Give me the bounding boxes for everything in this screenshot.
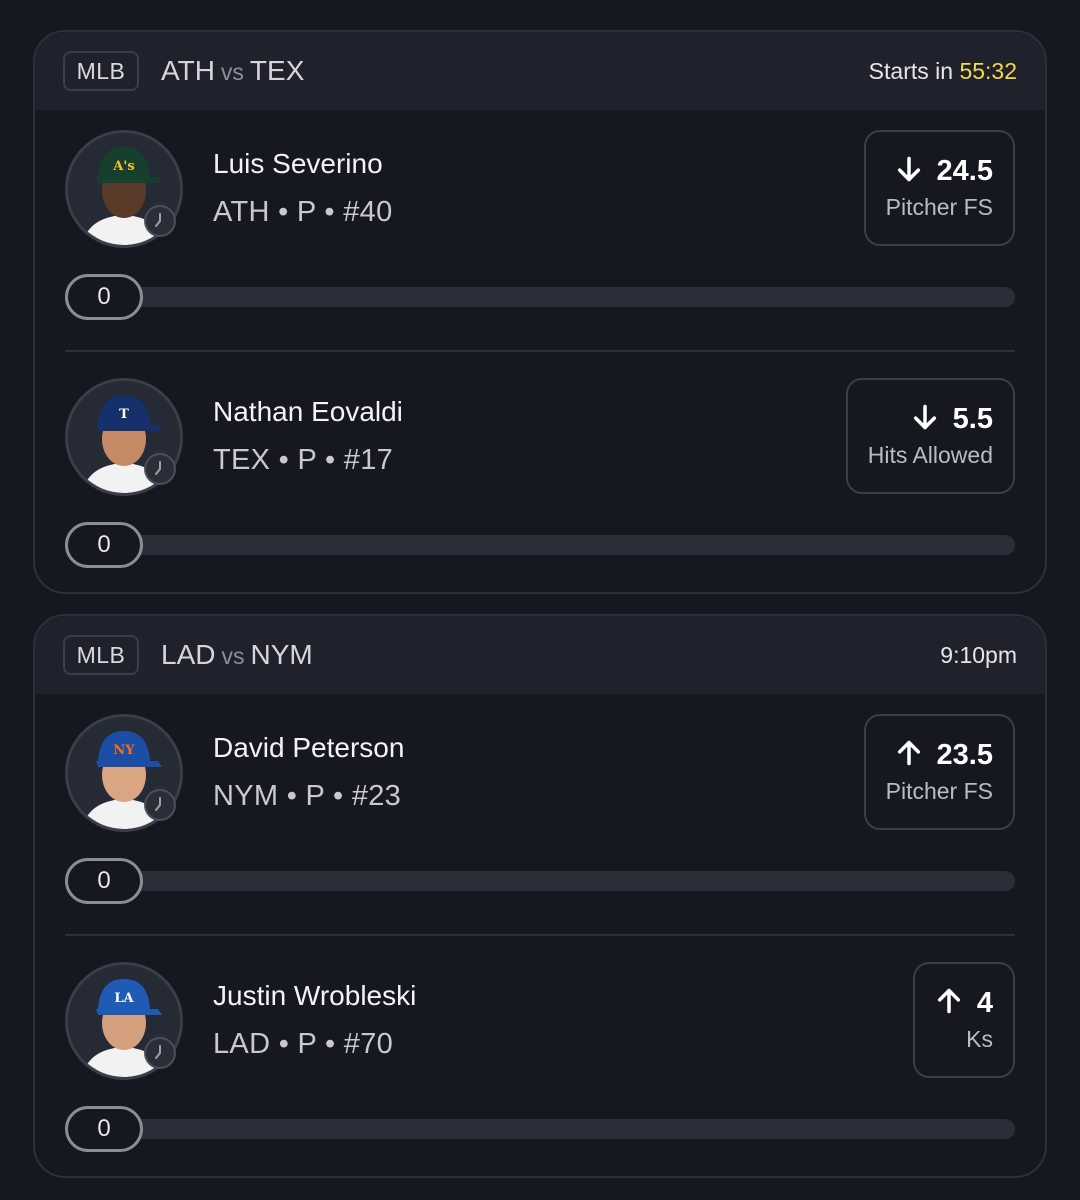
prop-line-button[interactable]: 4 Ks [913,962,1015,1078]
player-prop-row[interactable]: LA Justin Wrobleski LAD • P • #70 4 Ks 0 [35,942,1045,1178]
prop-line-button[interactable]: 5.5 Hits Allowed [846,378,1015,494]
prop-line-value: 24.5 [937,155,993,188]
vs-label: vs [221,643,244,670]
player-prop-row[interactable]: T Nathan Eovaldi TEX • P • #17 5.5 Hits All… [35,358,1045,594]
arrow-down-icon [911,403,939,436]
game-header: MLB LADvsNYM 9:10pm [35,616,1045,694]
svg-text:T: T [119,407,129,422]
home-team: TEX [250,55,304,87]
game-status: Starts in 55:32 [869,58,1017,85]
progress-bar: 0 [65,858,1015,904]
player-team: TEX [213,444,270,476]
prop-line: 5.5 [911,403,993,436]
game-card: MLBLADvsNYM9:10pm NY David PetersonNYM •… [33,614,1047,1178]
player-team: ATH [213,196,270,228]
meta-separator: • [324,196,334,228]
progress-count: 0 [65,1106,143,1152]
clock-icon [144,789,176,821]
game-status: 9:10pm [940,642,1017,669]
meta-separator: • [278,196,288,228]
home-team: NYM [250,639,312,671]
meta-separator: • [333,780,343,812]
svg-text:A's: A's [112,159,134,174]
away-team: LAD [161,639,215,671]
svg-text:NY: NY [113,743,135,758]
vs-label: vs [221,59,244,86]
player-meta: LAD • P • #70 [213,1028,393,1061]
player-name: Nathan Eovaldi [213,396,403,428]
player-prop-row[interactable]: NY David Peterson NYM • P • #23 23.5 Pitche… [35,694,1045,942]
player-name: Luis Severino [213,148,383,180]
progress-count: 0 [65,274,143,320]
player-name: David Peterson [213,732,404,764]
player-number: #23 [352,780,401,812]
row-divider [65,934,1015,936]
prop-stat-label: Pitcher FS [886,194,993,221]
player-prop-row[interactable]: A's Luis Severino ATH • P • #40 24.5 Pitche… [35,110,1045,358]
meta-separator: • [287,780,297,812]
prop-stat-label: Pitcher FS [886,778,993,805]
clock-icon [144,205,176,237]
meta-separator: • [279,1028,289,1060]
progress-bar: 0 [65,522,1015,568]
player-number: #70 [344,1028,393,1060]
player-name: Justin Wrobleski [213,980,416,1012]
prop-line-button[interactable]: 24.5 Pitcher FS [864,130,1015,246]
player-team: LAD [213,1028,270,1060]
prop-stat-label: Ks [966,1026,993,1053]
progress-track [85,1119,1015,1139]
progress-track [85,871,1015,891]
row-divider [65,350,1015,352]
arrow-down-icon [895,155,923,188]
prop-line-value: 5.5 [953,403,993,436]
arrow-up-icon [935,987,963,1020]
progress-track [85,287,1015,307]
clock-icon [144,453,176,485]
meta-separator: • [279,444,289,476]
player-position: P [298,1028,317,1060]
status-prefix: Starts in [869,58,960,84]
game-header: MLB ATHvsTEX Starts in 55:32 [35,32,1045,110]
league-badge: MLB [63,635,139,675]
prop-line-button[interactable]: 23.5 Pitcher FS [864,714,1015,830]
prop-stat-label: Hits Allowed [868,442,993,469]
player-position: P [297,444,316,476]
player-meta: NYM • P • #23 [213,780,401,813]
player-position: P [306,780,325,812]
player-position: P [297,196,316,228]
progress-bar: 0 [65,274,1015,320]
prop-line: 4 [935,987,993,1020]
prop-line: 23.5 [895,739,993,772]
progress-count: 0 [65,522,143,568]
meta-separator: • [325,444,335,476]
prop-line-value: 4 [977,987,993,1020]
status-time: 9:10pm [940,642,1017,668]
progress-bar: 0 [65,1106,1015,1152]
progress-track [85,535,1015,555]
matchup: LADvsNYM [161,639,313,671]
prop-line-value: 23.5 [937,739,993,772]
meta-separator: • [325,1028,335,1060]
player-meta: ATH • P • #40 [213,196,393,229]
svg-text:LA: LA [114,991,134,1006]
player-number: #17 [344,444,393,476]
player-meta: TEX • P • #17 [213,444,393,477]
prop-line: 24.5 [895,155,993,188]
matchup: ATHvsTEX [161,55,304,87]
clock-icon [144,1037,176,1069]
league-badge: MLB [63,51,139,91]
player-number: #40 [343,196,392,228]
progress-count: 0 [65,858,143,904]
player-team: NYM [213,780,278,812]
arrow-up-icon [895,739,923,772]
game-card: MLBATHvsTEXStarts in 55:32 A's Luis Seve… [33,30,1047,594]
status-time: 55:32 [959,58,1017,84]
away-team: ATH [161,55,215,87]
